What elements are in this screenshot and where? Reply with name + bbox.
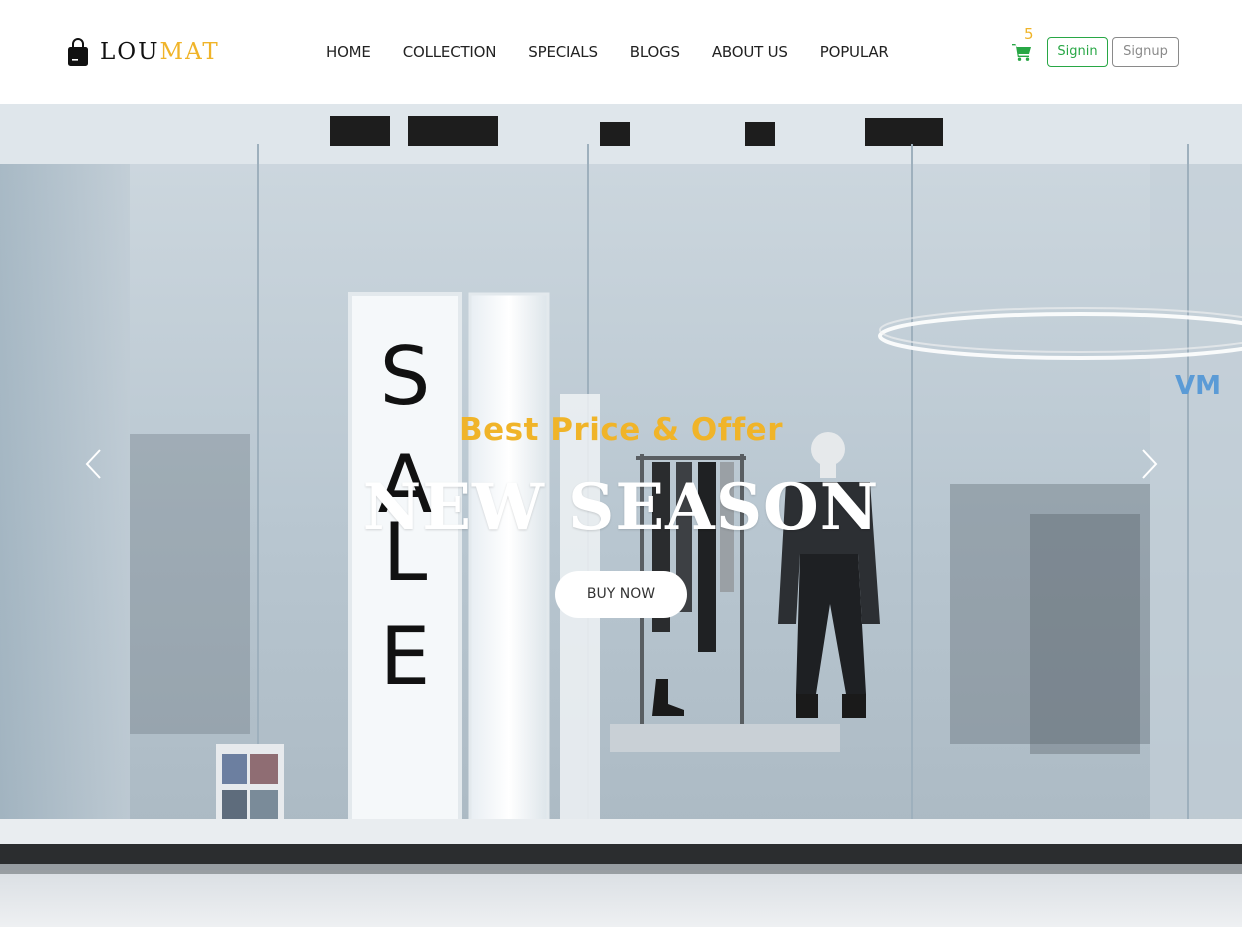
nav-item-about-us[interactable]: ABOUT US	[712, 40, 788, 64]
shopping-cart-icon	[1012, 44, 1031, 61]
brand-logo[interactable]: LOUMAT	[66, 36, 220, 68]
cart-link[interactable]: 5	[1010, 26, 1040, 66]
brand-name-part-a: LOU	[100, 38, 160, 65]
hero-content: Best Price & Offer NEW SEASON BUY NOW	[0, 104, 1242, 927]
brand-name-part-b: MAT	[159, 38, 220, 65]
cart-count-badge: 5	[1024, 25, 1034, 43]
site-header: LOUMAT HOME COLLECTION SPECIALS BLOGS AB…	[0, 0, 1242, 104]
chevron-left-icon[interactable]	[84, 448, 104, 480]
nav-item-popular[interactable]: POPULAR	[820, 40, 889, 64]
hero-subtitle: Best Price & Offer	[458, 412, 783, 448]
nav-item-blogs[interactable]: BLOGS	[630, 40, 680, 64]
signup-button[interactable]: Signup	[1112, 37, 1179, 67]
nav-item-specials[interactable]: SPECIALS	[528, 40, 598, 64]
hero-carousel: S A L E VM Best Price & Offer NEW SEASON…	[0, 104, 1242, 927]
nav-item-collection[interactable]: COLLECTION	[403, 40, 497, 64]
brand-name: LOUMAT	[100, 38, 220, 65]
hero-title: NEW SEASON	[362, 470, 880, 545]
signin-button[interactable]: Signin	[1047, 37, 1108, 67]
nav-item-home[interactable]: HOME	[326, 40, 371, 64]
buy-now-button[interactable]: BUY NOW	[555, 571, 687, 618]
chevron-right-icon[interactable]	[1139, 448, 1159, 480]
shopping-bag-icon	[68, 38, 88, 66]
main-nav: HOME COLLECTION SPECIALS BLOGS ABOUT US …	[326, 40, 889, 64]
